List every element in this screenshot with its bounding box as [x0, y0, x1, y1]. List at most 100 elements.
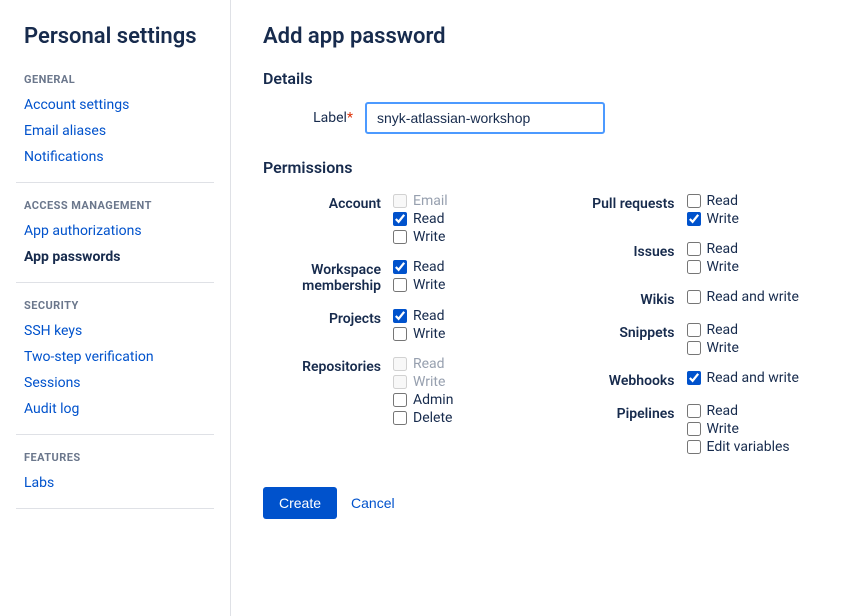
sidebar-item-notifications[interactable]: Notifications — [16, 144, 214, 170]
perm-checks-webhooks: Read and write — [687, 370, 799, 386]
checkbox-issues-write[interactable] — [687, 260, 701, 274]
checkbox-label: Edit variables — [707, 439, 790, 455]
checkbox-label: Read — [413, 211, 445, 227]
permissions-left-col: AccountEmailReadWriteWorkspace membershi… — [263, 193, 517, 455]
checkbox-label: Read — [707, 241, 739, 257]
perm-group-label-account: Account — [263, 193, 393, 212]
checkbox-issues-read[interactable] — [687, 242, 701, 256]
permission-check-item: Write — [687, 259, 739, 275]
perm-group-snippets: Snippets Read Write — [557, 322, 811, 356]
label-input[interactable] — [365, 102, 605, 134]
sidebar-item-audit-log[interactable]: Audit log — [16, 396, 214, 422]
permission-check-item: Admin — [393, 392, 453, 408]
sidebar-divider-2 — [16, 434, 214, 435]
checkbox-label: Delete — [413, 410, 452, 426]
checkbox-label: Read — [707, 193, 739, 209]
sidebar-item-two-step-verification[interactable]: Two-step verification — [16, 344, 214, 370]
checkbox-label: Read — [413, 259, 445, 275]
perm-checks-wikis: Read and write — [687, 289, 799, 305]
checkbox-webhooks-read-and-write[interactable] — [687, 371, 701, 385]
permission-check-item: Email — [393, 193, 448, 209]
checkbox-account-write[interactable] — [393, 230, 407, 244]
checkbox-workspace-membership-read[interactable] — [393, 260, 407, 274]
checkbox-workspace-membership-write[interactable] — [393, 278, 407, 292]
checkbox-label: Write — [413, 374, 445, 390]
sidebar-item-account-settings[interactable]: Account settings — [16, 92, 214, 118]
perm-group-label-pull-requests: Pull requests — [557, 193, 687, 212]
perm-group-label-wikis: Wikis — [557, 289, 687, 308]
checkbox-wikis-read-and-write[interactable] — [687, 290, 701, 304]
label-field-label: Label* — [263, 110, 353, 126]
checkbox-label: Read — [413, 308, 445, 324]
checkbox-snippets-write[interactable] — [687, 341, 701, 355]
perm-checks-pipelines: Read Write Edit variables — [687, 403, 790, 455]
checkbox-label: Write — [707, 259, 739, 275]
checkbox-repositories-admin[interactable] — [393, 393, 407, 407]
details-section-title: Details — [263, 69, 810, 88]
perm-group-label-snippets: Snippets — [557, 322, 687, 341]
sidebar-item-app-authorizations[interactable]: App authorizations — [16, 218, 214, 244]
checkbox-label: Write — [413, 277, 445, 293]
checkbox-label: Write — [707, 421, 739, 437]
checkbox-repositories-delete[interactable] — [393, 411, 407, 425]
checkbox-label: Read and write — [707, 289, 799, 305]
sidebar-item-labs[interactable]: Labs — [16, 470, 214, 496]
permission-check-item: Write — [393, 277, 445, 293]
perm-group-account: AccountEmailReadWrite — [263, 193, 517, 245]
checkbox-pull-requests-read[interactable] — [687, 194, 701, 208]
perm-group-projects: Projects Read Write — [263, 308, 517, 342]
permission-check-item: Write — [687, 340, 739, 356]
permission-check-item: Read — [393, 211, 448, 227]
checkbox-pipelines-write[interactable] — [687, 422, 701, 436]
permissions-grid: AccountEmailReadWriteWorkspace membershi… — [263, 193, 810, 455]
checkbox-pull-requests-write[interactable] — [687, 212, 701, 226]
perm-group-label-repositories: Repositories — [263, 356, 393, 375]
sidebar-item-ssh-keys[interactable]: SSH keys — [16, 318, 214, 344]
checkbox-repositories-read[interactable] — [393, 357, 407, 371]
perm-group-pull-requests: Pull requestsReadWrite — [557, 193, 811, 227]
perm-group-label-projects: Projects — [263, 308, 393, 327]
checkbox-label: Read — [707, 322, 739, 338]
checkbox-label: Write — [413, 326, 445, 342]
sidebar: Personal settings GENERALAccount setting… — [0, 0, 230, 616]
checkbox-label: Email — [413, 193, 448, 209]
permissions-section-title: Permissions — [263, 158, 810, 177]
checkbox-snippets-read[interactable] — [687, 323, 701, 337]
checkbox-account-email[interactable] — [393, 194, 407, 208]
permission-check-item: Read — [687, 241, 739, 257]
perm-checks-snippets: Read Write — [687, 322, 739, 356]
perm-checks-account: EmailReadWrite — [393, 193, 448, 245]
checkbox-account-read[interactable] — [393, 212, 407, 226]
sidebar-section-label-1: ACCESS MANAGEMENT — [24, 199, 214, 212]
perm-checks-issues: Read Write — [687, 241, 739, 275]
sidebar-item-sessions[interactable]: Sessions — [16, 370, 214, 396]
checkbox-label: Write — [707, 340, 739, 356]
sidebar-section-label-3: FEATURES — [24, 451, 214, 464]
checkbox-projects-write[interactable] — [393, 327, 407, 341]
sidebar-item-email-aliases[interactable]: Email aliases — [16, 118, 214, 144]
create-button[interactable]: Create — [263, 487, 337, 519]
checkbox-pipelines-read[interactable] — [687, 404, 701, 418]
perm-group-workspace-membership: Workspace membershipReadWrite — [263, 259, 517, 294]
label-row: Label* — [263, 102, 810, 134]
checkbox-repositories-write[interactable] — [393, 375, 407, 389]
permissions-right-col: Pull requestsReadWriteIssuesReadWriteWik… — [557, 193, 811, 455]
main-content: Add app password Details Label* Permissi… — [230, 0, 842, 616]
sidebar-divider-1 — [16, 282, 214, 283]
checkbox-projects-read[interactable] — [393, 309, 407, 323]
permission-check-item: Read — [687, 403, 790, 419]
permission-check-item: Write — [687, 421, 790, 437]
cancel-button[interactable]: Cancel — [347, 487, 399, 519]
perm-group-wikis: Wikis Read and write — [557, 289, 811, 308]
sidebar-item-app-passwords[interactable]: App passwords — [16, 244, 214, 270]
button-row: Create Cancel — [263, 487, 810, 519]
checkbox-label: Read — [413, 356, 445, 372]
perm-checks-pull-requests: ReadWrite — [687, 193, 739, 227]
checkbox-pipelines-edit-variables[interactable] — [687, 440, 701, 454]
permission-check-item: Read and write — [687, 289, 799, 305]
permission-check-item: Edit variables — [687, 439, 790, 455]
permission-check-item: Read — [393, 308, 445, 324]
permission-check-item: Read — [687, 322, 739, 338]
checkbox-label: Read — [707, 403, 739, 419]
perm-group-pipelines: PipelinesReadWriteEdit variables — [557, 403, 811, 455]
